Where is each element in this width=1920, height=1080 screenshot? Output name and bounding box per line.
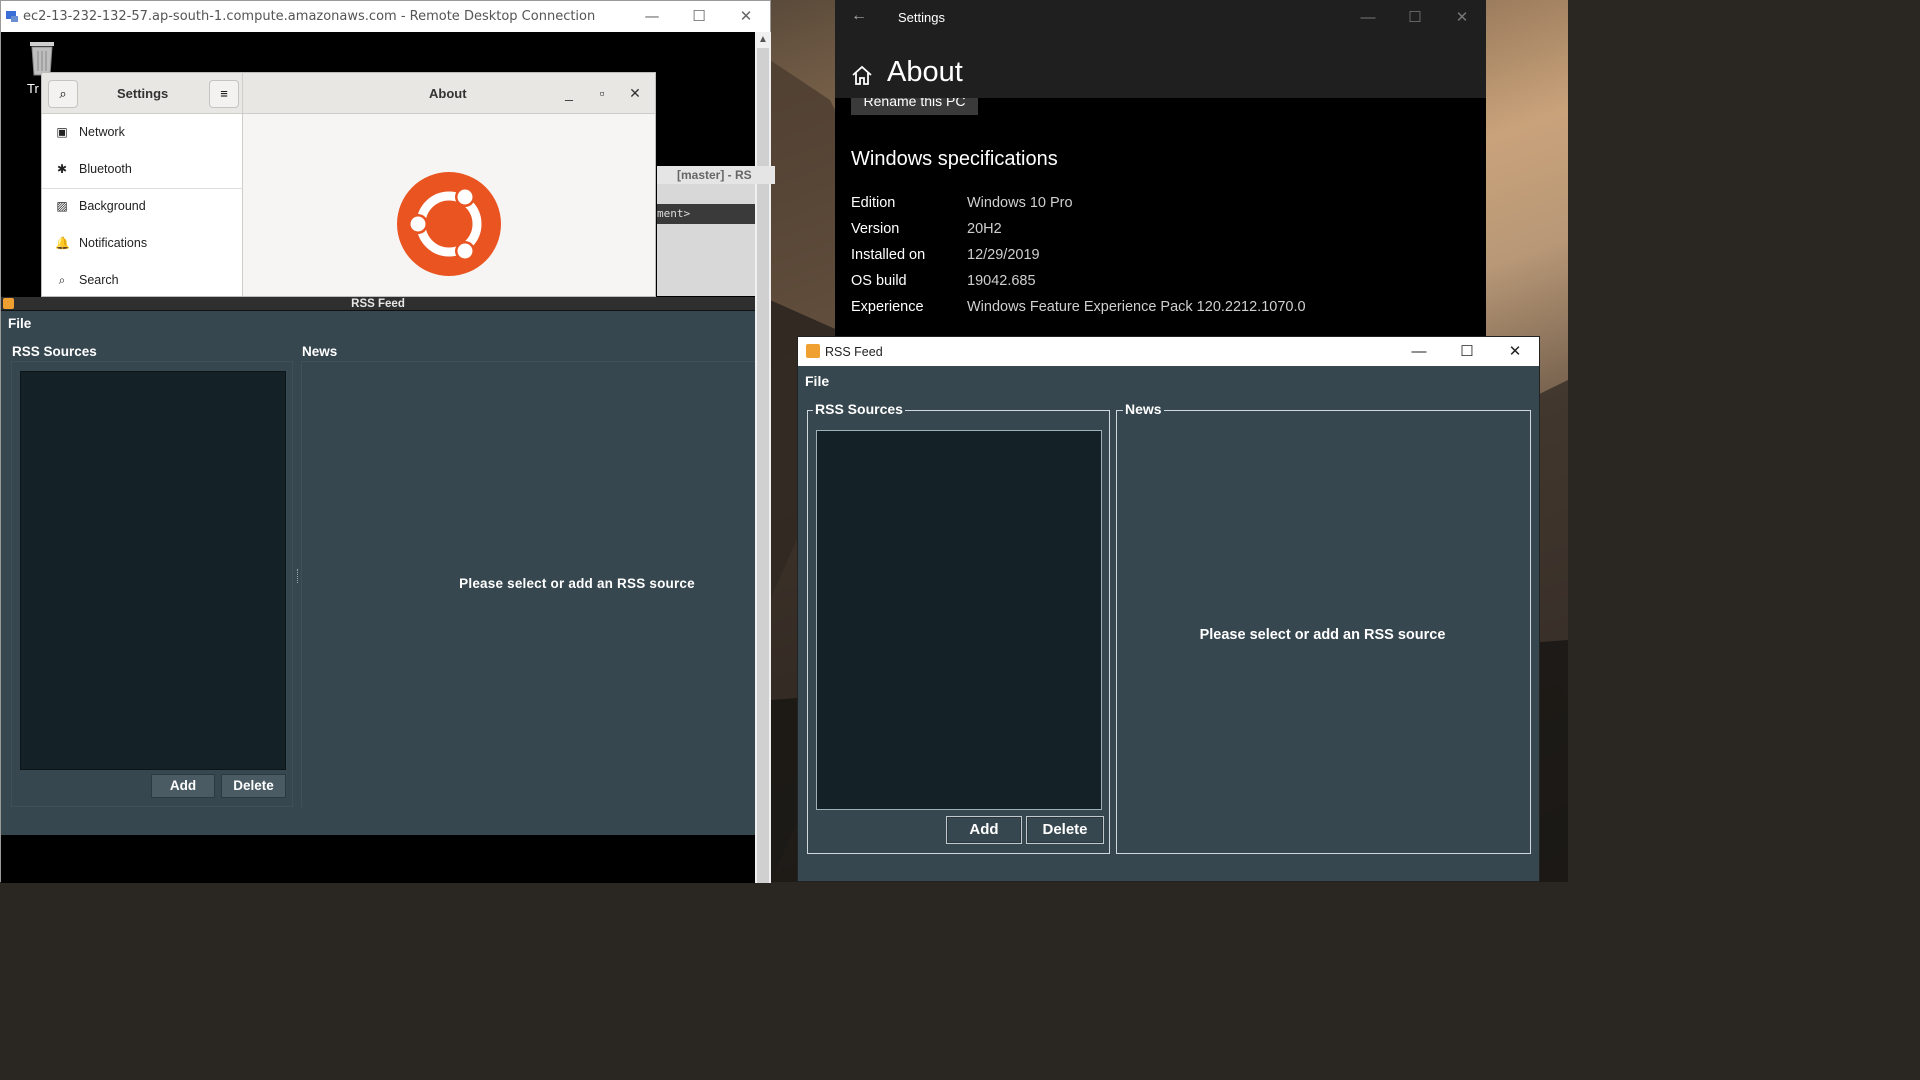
spec-row-installed-on: Installed on 12/29/2019 [851, 247, 1471, 269]
menu-file[interactable]: File [805, 373, 829, 389]
search-icon: ⌕ [59, 86, 67, 101]
add-source-button[interactable]: Add [946, 816, 1022, 844]
home-icon[interactable] [851, 64, 873, 86]
windows-settings-window: ← Settings — ☐ ✕ About Rename this PC Wi… [835, 0, 1486, 336]
rss-minimize-button[interactable]: — [1395, 337, 1443, 366]
sidebar-item-search[interactable]: ⌕ Search [42, 262, 242, 299]
rename-pc-button[interactable]: Rename this PC [851, 98, 978, 115]
terminal-title: [master] - RS [657, 166, 775, 184]
trash-label: Tr [27, 81, 39, 96]
gnome-close-button[interactable]: ✕ [627, 85, 643, 102]
spec-row-os-build: OS build 19042.685 [851, 273, 1471, 295]
sidebar-item-label: Search [79, 273, 119, 287]
hamburger-menu-icon: ≡ [220, 86, 228, 101]
windows-settings-titlebar: ← Settings — ☐ ✕ [835, 0, 1486, 34]
sidebar-item-label: Network [79, 125, 125, 139]
sidebar-item-label: Bluetooth [79, 162, 132, 176]
gnome-panel-title: About [429, 86, 467, 101]
sidebar-item-label: Background [79, 199, 146, 213]
spec-label: Installed on [851, 247, 926, 263]
ubuntu-logo-icon [397, 172, 501, 276]
spec-label: Version [851, 221, 900, 237]
gnome-settings-panel-header: About _ ▫ ✕ [243, 73, 655, 114]
spec-value: Windows 10 Pro [967, 195, 1073, 211]
gnome-settings-sidebar-header: ⌕ Settings ≡ [42, 73, 243, 114]
remote-desktop-window: ec2-13-232-132-57.ap-south-1.compute.ama… [0, 0, 775, 883]
rss-sources-list[interactable] [816, 430, 1102, 810]
search-icon: ⌕ [58, 273, 66, 287]
back-arrow-icon[interactable]: ← [851, 7, 867, 25]
spec-label: Experience [851, 299, 924, 315]
bluetooth-icon: ✱ [56, 162, 68, 176]
gnome-menu-button[interactable]: ≡ [209, 80, 239, 108]
spec-row-edition: Edition Windows 10 Pro [851, 195, 1471, 217]
settings-close-button[interactable]: ✕ [1439, 2, 1485, 33]
network-icon: ▣ [56, 125, 68, 139]
settings-minimize-button[interactable]: — [1345, 2, 1391, 33]
windows-rss-titlebar: RSS Feed — ☐ ✕ [798, 337, 1539, 366]
rdp-minimize-button[interactable]: — [629, 1, 675, 32]
rss-icon [3, 298, 14, 309]
gnome-about-panel [244, 114, 655, 296]
news-title: News [1123, 401, 1164, 417]
rdp-vertical-scrollbar[interactable]: ▲ [755, 32, 771, 883]
sidebar-item-background[interactable]: ▨ Background [42, 188, 242, 225]
spec-row-version: Version 20H2 [851, 221, 1471, 243]
rss-sources-title: RSS Sources [813, 401, 905, 417]
linux-rss-titlebar: RSS Feed [1, 297, 755, 311]
spec-label: OS build [851, 273, 907, 289]
spec-value: 12/29/2019 [967, 247, 1040, 263]
sidebar-item-label: Notifications [79, 236, 148, 250]
rdp-maximize-button[interactable]: ☐ [676, 1, 722, 32]
windows-settings-title: Settings [898, 10, 945, 25]
delete-source-button[interactable]: Delete [221, 774, 286, 798]
rdp-close-button[interactable]: ✕ [723, 1, 769, 32]
terminal-line: ment> [657, 204, 755, 224]
remote-desktop-titlebar: ec2-13-232-132-57.ap-south-1.compute.ama… [1, 1, 770, 32]
delete-source-button[interactable]: Delete [1026, 816, 1104, 844]
menu-file[interactable]: File [8, 316, 31, 331]
rss-maximize-button[interactable]: ☐ [1443, 337, 1491, 366]
scroll-up-arrow-icon[interactable]: ▲ [755, 32, 771, 48]
gnome-settings-title: Settings [117, 86, 169, 101]
remote-desktop-title: ec2-13-232-132-57.ap-south-1.compute.ama… [23, 9, 596, 24]
spec-value: 20H2 [967, 221, 1002, 237]
settings-maximize-button[interactable]: ☐ [1392, 2, 1438, 33]
rss-sources-list[interactable] [20, 371, 286, 770]
windows-rss-feed-window: RSS Feed — ☐ ✕ File RSS Sources Add Dele… [797, 336, 1540, 882]
gnome-maximize-button[interactable]: ▫ [594, 85, 610, 101]
windows-rss-title: RSS Feed [825, 345, 883, 359]
linux-rss-title: RSS Feed [351, 298, 405, 310]
sidebar-item-bluetooth[interactable]: ✱ Bluetooth [42, 151, 242, 189]
add-source-button[interactable]: Add [151, 774, 215, 798]
spec-label: Edition [851, 195, 896, 211]
spec-row-experience: Experience Windows Feature Experience Pa… [851, 299, 1471, 321]
gnome-settings-sidebar: ▣ Network ✱ Bluetooth ▨ Background 🔔 Not… [42, 114, 243, 296]
gnome-settings-window: ⌕ Settings ≡ About _ ▫ ✕ ▣ Network ✱ Blu… [41, 72, 656, 297]
notifications-icon: 🔔 [55, 236, 70, 250]
rss-close-button[interactable]: ✕ [1491, 337, 1539, 366]
sidebar-item-notifications[interactable]: 🔔 Notifications [42, 225, 242, 262]
gnome-minimize-button[interactable]: _ [561, 85, 577, 101]
background-icon: ▨ [56, 199, 68, 213]
news-title: News [302, 344, 338, 359]
windows-specifications-heading: Windows specifications [851, 148, 1058, 170]
spec-value: Windows Feature Experience Pack 120.2212… [967, 299, 1306, 315]
pane-splitter-handle[interactable] [297, 569, 300, 583]
remote-desktop-icon [6, 11, 18, 22]
news-placeholder-message: Please select or add an RSS source [459, 576, 695, 591]
rss-icon [806, 344, 820, 358]
page-title: About [887, 56, 963, 88]
gnome-search-button[interactable]: ⌕ [48, 80, 78, 108]
background-terminal-window[interactable]: [master] - RS ment> [657, 166, 775, 296]
news-placeholder-message: Please select or add an RSS source [1199, 627, 1446, 643]
rss-sources-title: RSS Sources [12, 344, 97, 359]
spec-value: 19042.685 [967, 273, 1036, 289]
remote-desktop-empty-area [1, 835, 755, 883]
sidebar-item-network[interactable]: ▣ Network [42, 114, 242, 151]
